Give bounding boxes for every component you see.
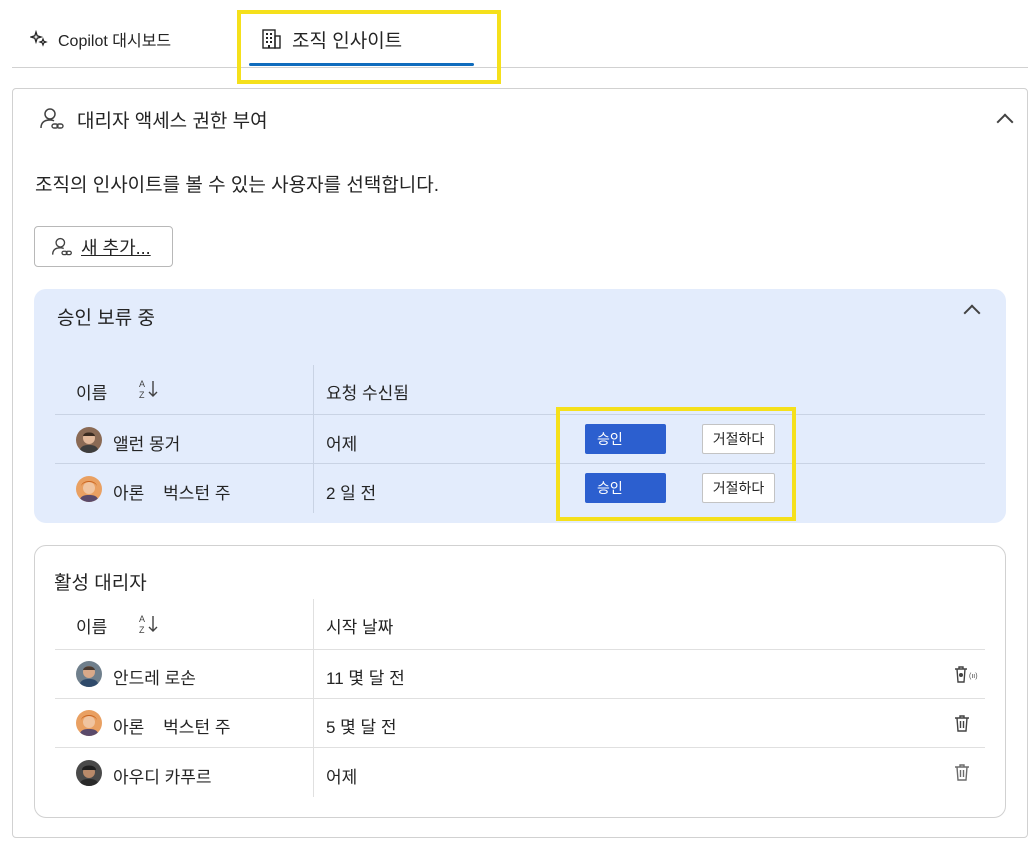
approve-button[interactable]: 승인 bbox=[585, 473, 666, 503]
avatar bbox=[76, 661, 102, 687]
svg-text:Z: Z bbox=[139, 625, 145, 635]
svg-text:A: A bbox=[139, 614, 145, 624]
delete-icon[interactable] bbox=[952, 762, 972, 782]
tab-org-insights[interactable]: 조직 인사이트 bbox=[260, 22, 402, 56]
pending-approvals-panel: 승인 보류 중 이름 A Z 요청 수신됨 앨런 몽거 어제 승인 거절하다 아… bbox=[34, 289, 1006, 523]
active-delegates-panel: 활성 대리자 이름 A Z 시작 날짜 안드레 로손 11 몇 달 전 (ıı)… bbox=[34, 545, 1006, 818]
add-new-button[interactable]: 새 추가... bbox=[34, 226, 173, 267]
avatar bbox=[76, 427, 102, 453]
tab-label: Copilot 대시보드 bbox=[58, 33, 172, 50]
column-header-name: 이름 bbox=[76, 618, 108, 637]
section-title: 대리자 액세스 권한 부여 bbox=[77, 110, 268, 132]
column-header-received: 요청 수신됨 bbox=[326, 384, 409, 403]
tab-copilot-dashboard[interactable]: Copilot 대시보드 bbox=[30, 22, 171, 56]
avatar bbox=[76, 710, 102, 736]
delete-icon[interactable] bbox=[952, 713, 972, 733]
person-link-icon bbox=[40, 108, 64, 129]
delegate-start-date: 11 몇 달 전 bbox=[326, 669, 405, 688]
active-tab-indicator bbox=[249, 63, 474, 66]
delegate-start-date: 어제 bbox=[326, 768, 358, 787]
sort-az-icon[interactable]: A Z bbox=[138, 613, 160, 635]
delegate-name: 안드레 로손 bbox=[113, 669, 196, 688]
tab-bar: Copilot 대시보드 조직 인사이트 bbox=[12, 0, 1028, 68]
person-link-icon bbox=[52, 237, 72, 255]
active-title: 활성 대리자 bbox=[54, 573, 147, 594]
sort-az-icon[interactable]: A Z bbox=[138, 378, 160, 400]
avatar bbox=[76, 760, 102, 786]
svg-text:Z: Z bbox=[139, 390, 145, 400]
delete-icon[interactable]: (ıı) bbox=[952, 664, 984, 684]
row-divider bbox=[55, 698, 985, 699]
column-divider bbox=[313, 365, 314, 513]
column-header-start-date: 시작 날짜 bbox=[326, 618, 394, 637]
reject-button[interactable]: 거절하다 bbox=[702, 424, 775, 454]
request-received: 어제 bbox=[326, 435, 358, 454]
pending-title: 승인 보류 중 bbox=[57, 308, 155, 329]
header-divider bbox=[55, 649, 985, 650]
approve-button[interactable]: 승인 bbox=[585, 424, 666, 454]
sparkle-icon bbox=[30, 30, 48, 47]
pending-user-name: 아론 벅스턴 주 bbox=[113, 484, 231, 503]
delegate-access-card: 대리자 액세스 권한 부여 조직의 인사이트를 볼 수 있는 사용자를 선택합니… bbox=[12, 88, 1028, 838]
avatar bbox=[76, 476, 102, 502]
section-header[interactable]: 대리자 액세스 권한 부여 bbox=[39, 105, 1014, 133]
header-divider bbox=[55, 414, 985, 415]
add-new-label: 새 추가... bbox=[81, 237, 151, 258]
delegate-name: 아우디 카푸르 bbox=[113, 768, 212, 787]
column-header-name: 이름 bbox=[76, 384, 108, 403]
reject-button[interactable]: 거절하다 bbox=[702, 473, 775, 503]
section-description: 조직의 인사이트를 볼 수 있는 사용자를 선택합니다. bbox=[35, 175, 440, 196]
svg-text:A: A bbox=[139, 379, 145, 389]
collapse-chevron-icon[interactable] bbox=[996, 113, 1014, 131]
row-divider bbox=[55, 747, 985, 748]
tab-label: 조직 인사이트 bbox=[292, 30, 403, 52]
delegate-start-date: 5 몇 달 전 bbox=[326, 718, 397, 737]
collapse-pending-chevron-icon[interactable] bbox=[963, 304, 981, 322]
svg-text:(ıı): (ıı) bbox=[969, 673, 978, 680]
pending-user-name: 앨런 몽거 bbox=[113, 435, 181, 454]
building-icon bbox=[262, 29, 281, 49]
delegate-name: 아론 벅스턴 주 bbox=[113, 718, 231, 737]
request-received: 2 일 전 bbox=[326, 484, 377, 503]
row-divider bbox=[55, 463, 985, 464]
